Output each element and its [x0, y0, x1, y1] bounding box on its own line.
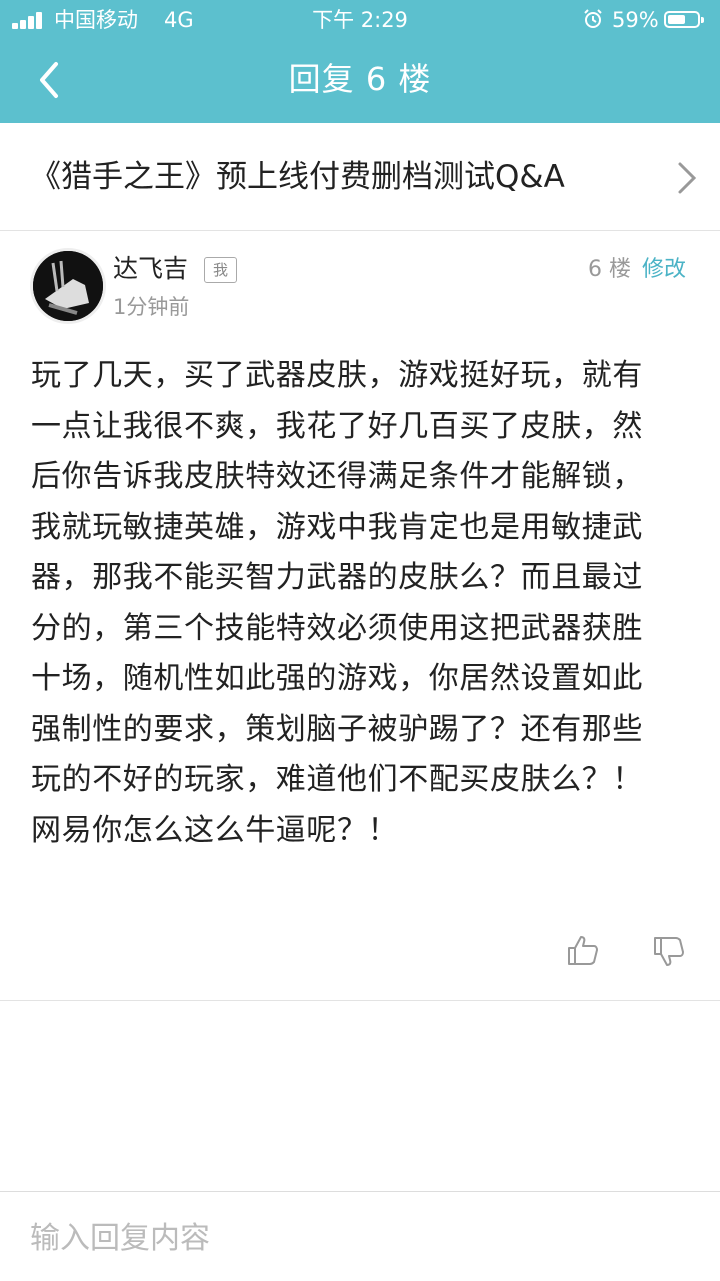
thumbs-down-icon[interactable] — [652, 935, 686, 969]
reply-bar — [0, 1191, 720, 1281]
battery-icon — [664, 11, 704, 28]
thumbs-up-icon[interactable] — [566, 933, 600, 967]
alarm-icon — [584, 9, 602, 28]
status-bar: 中国移动 4G 下午 2:29 59% — [0, 0, 720, 40]
username[interactable]: 达飞吉 — [113, 251, 188, 287]
thread-title: 《猎手之王》预上线付费删档测试Q&A — [30, 159, 565, 195]
avatar[interactable] — [33, 251, 103, 321]
page-title: 回复 6 楼 — [288, 60, 432, 98]
reply-input[interactable] — [30, 1214, 670, 1262]
post-content: 玩了几天，买了武器皮肤，游戏挺好玩，就有一点让我很不爽，我花了好几百买了皮肤，然… — [31, 358, 643, 848]
thread-link[interactable]: 《猎手之王》预上线付费删档测试Q&A — [0, 123, 720, 231]
me-badge: 我 — [204, 257, 237, 283]
post-time: 1分钟前 — [113, 295, 190, 319]
floor-number: 6 楼 — [588, 257, 631, 282]
edit-button[interactable]: 修改 — [642, 253, 686, 287]
chevron-right-icon — [678, 162, 697, 194]
battery-percent: 59% — [612, 8, 659, 32]
post-card: 达飞吉 我 1分钟前 6 楼 修改 玩了几天，买了武器皮肤，游戏挺好玩，就有一点… — [0, 231, 720, 1001]
avatar-image — [33, 251, 103, 321]
header-bar: 中国移动 4G 下午 2:29 59% 回复 6 楼 — [0, 0, 720, 123]
